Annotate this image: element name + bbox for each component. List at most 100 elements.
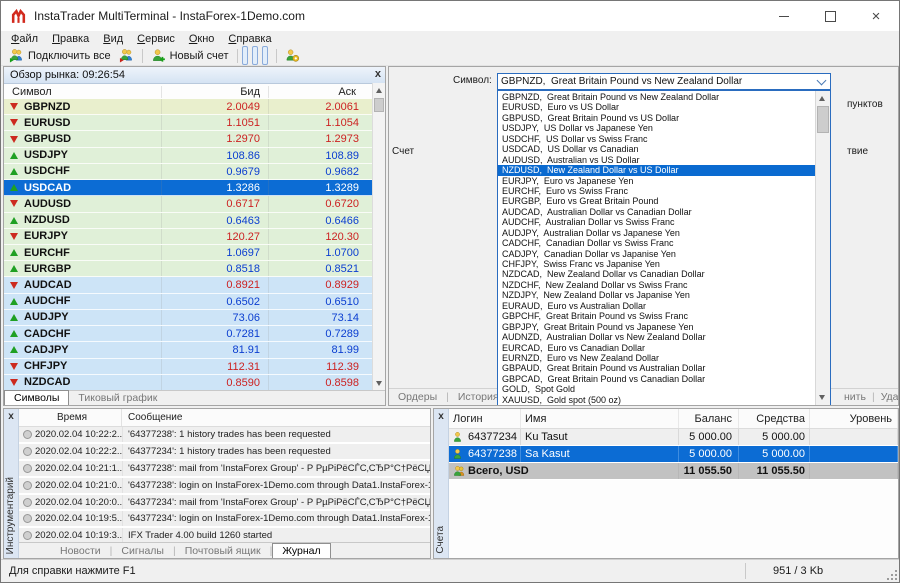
dropdown-item-XAUUSD[interactable]: XAUUSD, Gold spot (500 oz) <box>498 395 815 405</box>
resize-grip[interactable] <box>885 568 897 580</box>
market-watch-row-CHFJPY[interactable]: CHFJPY112.31112.39 <box>4 359 372 375</box>
market-watch-row-CADCHF[interactable]: CADCHF0.72810.7289 <box>4 326 372 342</box>
toggle-accounts-button[interactable] <box>252 46 258 65</box>
combobox-dropdown-button[interactable] <box>815 76 828 87</box>
dropdown-item-NZDJPY[interactable]: NZDJPY, New Zealand Dollar vs Japanise Y… <box>498 290 815 300</box>
dropdown-item-EURCAD[interactable]: EURCAD, Euro vs Canadian Dollar <box>498 343 815 353</box>
dropdown-item-NZDCAD[interactable]: NZDCAD, New Zealand Dollar vs Canadian D… <box>498 269 815 279</box>
journal-row[interactable]: 2020.02.04 10:21:0...'64377238': login o… <box>19 478 430 495</box>
tab-order-panel-1[interactable]: Ордеры <box>389 390 446 404</box>
menu-item-Сервис[interactable]: Сервис <box>133 33 185 45</box>
dropdown-item-GBPAUD[interactable]: GBPAUD, Great Britain Pound vs Australia… <box>498 363 815 373</box>
dropdown-item-EURAUD[interactable]: EURAUD, Euro vs Australian Dollar <box>498 301 815 311</box>
order-action-button-1[interactable]: нить <box>844 391 866 403</box>
market-watch-row-CADJPY[interactable]: CADJPY81.9181.99 <box>4 342 372 358</box>
accounts-column-header-3[interactable]: Баланс <box>679 409 739 428</box>
close-button[interactable]: × <box>853 1 899 31</box>
market-watch-row-EURJPY[interactable]: EURJPY120.27120.30 <box>4 229 372 245</box>
accounts-column-header-5[interactable]: Уровень <box>810 409 898 428</box>
accounts-column-header-4[interactable]: Средства <box>739 409 810 428</box>
market-watch-row-USDJPY[interactable]: USDJPY108.86108.89 <box>4 148 372 164</box>
ask-column-header[interactable]: Аск <box>269 86 360 98</box>
bid-column-header[interactable]: Бид <box>162 86 269 98</box>
toggle-market-watch-button[interactable] <box>242 46 248 65</box>
scroll-down-button[interactable] <box>373 377 385 390</box>
dropdown-item-AUDCAD[interactable]: AUDCAD, Australian Dollar vs Canadian Do… <box>498 207 815 217</box>
tab-market-watch-2[interactable]: Тиковый график <box>69 391 166 405</box>
journal-row[interactable]: 2020.02.04 10:22:2...'64377234': 1 histo… <box>19 444 430 461</box>
order-action-button-2[interactable]: Удалить <box>881 391 899 403</box>
market-watch-row-USDCAD[interactable]: USDCAD1.32861.3289 <box>4 180 372 196</box>
accounts-vertical-tab[interactable]: Счета <box>435 526 446 554</box>
market-watch-row-AUDCHF[interactable]: AUDCHF0.65020.6510 <box>4 294 372 310</box>
market-watch-row-NZDCAD[interactable]: NZDCAD0.85900.8598 <box>4 375 372 391</box>
dropdown-item-CADCHF[interactable]: CADCHF, Canadian Dollar vs Swiss Franc <box>498 238 815 248</box>
market-watch-row-GBPNZD[interactable]: GBPNZD2.00492.0061 <box>4 99 372 115</box>
market-watch-row-EURGBP[interactable]: EURGBP0.85180.8521 <box>4 261 372 277</box>
market-watch-scrollbar[interactable] <box>372 83 385 391</box>
dropdown-item-EURCHF[interactable]: EURCHF, Euro vs Swiss Franc <box>498 186 815 196</box>
menu-item-Вид[interactable]: Вид <box>99 33 133 45</box>
maximize-button[interactable] <box>807 1 853 31</box>
dropdown-item-AUDJPY[interactable]: AUDJPY, Australian Dollar vs Japanese Ye… <box>498 228 815 238</box>
dropdown-item-EURGBP[interactable]: EURGBP, Euro vs Great Britain Pound <box>498 196 815 206</box>
scrollbar-thumb[interactable] <box>374 98 384 112</box>
dropdown-scroll-up-button[interactable] <box>816 92 828 105</box>
market-watch-row-NZDUSD[interactable]: NZDUSD0.64630.6466 <box>4 213 372 229</box>
dropdown-item-USDCHF[interactable]: USDCHF, US Dollar vs Swiss Franc <box>498 134 815 144</box>
dropdown-item-CADJPY[interactable]: CADJPY, Canadian Dollar vs Japanise Yen <box>498 249 815 259</box>
menu-item-Правка[interactable]: Правка <box>48 33 99 45</box>
dropdown-item-GBPNZD[interactable]: GBPNZD, Great Britain Pound vs New Zeala… <box>498 92 815 102</box>
accounts-column-header-1[interactable]: Логин <box>449 409 521 428</box>
toggle-panels-button[interactable] <box>262 46 268 65</box>
journal-row[interactable]: 2020.02.04 10:20:0...'64377234': mail fr… <box>19 495 430 512</box>
menu-item-Справка[interactable]: Справка <box>224 33 281 45</box>
dropdown-item-EURJPY[interactable]: EURJPY, Euro vs Japanese Yen <box>498 176 815 186</box>
dropdown-item-GBPUSD[interactable]: GBPUSD, Great Britain Pound vs US Dollar <box>498 113 815 123</box>
minimize-button[interactable] <box>761 1 807 31</box>
dropdown-scroll-down-button[interactable] <box>816 391 828 404</box>
tab-journal-3[interactable]: Почтовый ящик <box>176 544 270 558</box>
dropdown-item-AUDNZD[interactable]: AUDNZD, Australian Dollar vs New Zealand… <box>498 332 815 342</box>
connect-all-button[interactable]: Подключить все <box>5 47 115 64</box>
menu-item-Окно[interactable]: Окно <box>185 33 225 45</box>
market-watch-row-AUDUSD[interactable]: AUDUSD0.67170.6720 <box>4 196 372 212</box>
tab-market-watch-1[interactable]: Символы <box>4 390 69 405</box>
tab-journal-1[interactable]: Новости <box>51 544 110 558</box>
market-watch-row-USDCHF[interactable]: USDCHF0.96790.9682 <box>4 164 372 180</box>
dropdown-item-EURNZD[interactable]: EURNZD, Euro vs New Zealand Dollar <box>498 353 815 363</box>
journal-row[interactable]: 2020.02.04 10:22:2...'64377238': 1 histo… <box>19 427 430 444</box>
journal-row[interactable]: 2020.02.04 10:19:3...IFX Trader 4.00 bui… <box>19 528 430 543</box>
market-watch-row-AUDCAD[interactable]: AUDCAD0.89210.8929 <box>4 277 372 293</box>
tab-journal-4[interactable]: Журнал <box>272 543 330 558</box>
journal-row[interactable]: 2020.02.04 10:19:5...'64377234': login o… <box>19 511 430 528</box>
accounts-column-header-2[interactable]: Имя <box>521 409 679 428</box>
toolbox-vertical-tab[interactable]: Инструментарий <box>5 477 16 554</box>
scroll-up-button[interactable] <box>373 84 385 97</box>
journal-row[interactable]: 2020.02.04 10:21:1...'64377238': mail fr… <box>19 461 430 478</box>
market-watch-row-AUDJPY[interactable]: AUDJPY73.0673.14 <box>4 310 372 326</box>
dropdown-scrollbar-thumb[interactable] <box>817 106 829 133</box>
market-watch-row-EURUSD[interactable]: EURUSD1.10511.1054 <box>4 115 372 131</box>
market-watch-close-button[interactable]: x <box>375 68 381 81</box>
new-account-button[interactable]: Новый счет <box>147 47 233 64</box>
symbol-column-header[interactable]: Символ <box>4 86 162 98</box>
account-settings-button[interactable] <box>281 47 304 64</box>
dropdown-item-USDJPY[interactable]: USDJPY, US Dollar vs Japanese Yen <box>498 123 815 133</box>
dropdown-item-NZDCHF[interactable]: NZDCHF, New Zealand Dollar vs Swiss Fran… <box>498 280 815 290</box>
market-watch-row-GBPUSD[interactable]: GBPUSD1.29701.2973 <box>4 131 372 147</box>
account-row-64377238[interactable]: 64377238Sa Kasut5 000.005 000.00 <box>449 446 898 463</box>
dropdown-item-EURUSD[interactable]: EURUSD, Euro vs US Dollar <box>498 102 815 112</box>
dropdown-item-CHFJPY[interactable]: CHFJPY, Swiss Franc vs Japanise Yen <box>498 259 815 269</box>
account-row-64377234[interactable]: 64377234Ku Tasut5 000.005 000.00 <box>449 429 898 446</box>
dropdown-item-GBPCAD[interactable]: GBPCAD, Great Britain Pound vs Canadian … <box>498 374 815 384</box>
symbol-combobox[interactable]: GBPNZD, Great Britain Pound vs New Zeala… <box>497 73 831 90</box>
dropdown-item-GOLD[interactable]: GOLD, Spot Gold <box>498 384 815 394</box>
dropdown-item-AUDUSD[interactable]: AUDUSD, Australian vs US Dollar <box>498 155 815 165</box>
accounts-close-button[interactable]: x <box>434 411 448 422</box>
disconnect-all-button[interactable] <box>115 47 138 64</box>
menu-item-Файл[interactable]: Файл <box>7 33 48 45</box>
dropdown-scrollbar[interactable] <box>815 91 830 405</box>
dropdown-item-GBPJPY[interactable]: GBPJPY, Great Britain Pound vs Japanese … <box>498 322 815 332</box>
dropdown-item-GBPCHF[interactable]: GBPCHF, Great Britain Pound vs Swiss Fra… <box>498 311 815 321</box>
